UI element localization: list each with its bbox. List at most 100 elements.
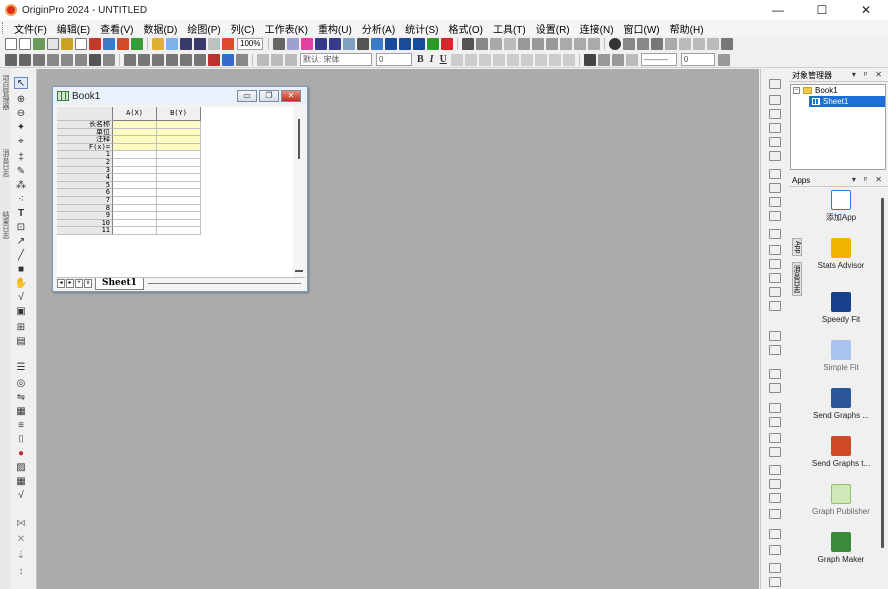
menu-help[interactable]: 帮助(H) [665,21,709,36]
screen-reader-icon[interactable] [222,53,234,66]
xyz-icon[interactable] [693,38,706,50]
move-icon[interactable]: ✦ [14,121,28,133]
cell[interactable] [113,121,157,129]
collapse-icon[interactable]: − [793,87,800,94]
copy-icon[interactable] [271,53,283,66]
command-window-icon[interactable] [329,38,342,50]
grid-tool-icon[interactable]: ☰ [14,361,28,373]
import-wizard-icon[interactable] [222,38,234,50]
app-speedy-fit[interactable]: Speedy Fit [803,292,879,325]
save-icon[interactable] [180,38,192,50]
cell[interactable] [157,212,201,220]
line-color-icon[interactable] [611,53,624,66]
project-explorer-tab[interactable]: 项目管理器 [0,75,10,110]
worksheet-grid[interactable]: A(X) B(Y) 长名称 单位 注释 F(x)= 1 2 3 4 5 6 7 [57,107,293,277]
sort-icon[interactable] [476,38,489,50]
menu-data[interactable]: 数据(D) [138,21,182,36]
eraser-tool-icon[interactable]: ▤ [14,335,28,347]
save-template-icon[interactable] [194,38,206,50]
refresh-icon[interactable] [287,38,300,50]
superscript-icon[interactable] [450,53,463,66]
line-width-select[interactable]: 0 [680,53,715,66]
formula-tool-icon[interactable]: √ [14,489,28,501]
sheet-list-button[interactable]: ∨ [84,279,92,288]
cell[interactable] [113,227,157,235]
target-tool-icon[interactable]: ◎ [14,377,28,389]
line-symbol-plot-icon[interactable] [769,123,781,133]
open-icon[interactable] [152,38,164,50]
extract-layer-icon[interactable] [138,53,150,66]
filter-clear-icon[interactable] [574,38,587,50]
scale-icon[interactable] [679,38,692,50]
area-plot-icon[interactable] [769,211,781,221]
3d-plot-icon[interactable] [769,331,781,341]
apps-icon[interactable] [427,38,440,50]
waterfall-plot-icon[interactable] [769,509,781,519]
results-log-tab[interactable]: 结果日志 [0,211,10,239]
smith-chart-icon[interactable] [769,287,781,297]
stack-plot-icon[interactable] [769,197,781,207]
zoom-out-tool-icon[interactable]: ⊖ [14,107,28,119]
contour-plot-icon[interactable] [769,245,781,255]
vertical-scrollbar[interactable] [295,111,303,266]
add-new-columns-icon[interactable] [371,38,384,50]
add-column-icon[interactable] [441,38,454,50]
cell[interactable] [157,158,201,167]
line-style-icon[interactable] [548,53,561,66]
cell[interactable] [113,189,157,197]
spline-plot-icon[interactable] [769,137,781,147]
panel-controls[interactable]: ▾ ᵖ ✕ [852,70,885,79]
cell[interactable] [113,219,157,228]
probability-plot-icon[interactable] [769,447,781,457]
row-header[interactable]: 7 [57,196,113,205]
split-tool-icon[interactable]: ⇋ [14,391,28,403]
menu-window[interactable]: 窗口(W) [619,21,665,36]
maximize-button[interactable]: ☐ [800,0,844,20]
subscript-icon[interactable] [464,53,477,66]
speed-mode-icon[interactable] [75,53,87,66]
axis-icon[interactable] [665,38,678,50]
app-graph-maker[interactable]: Graph Maker [803,532,879,565]
region-select-icon[interactable]: ✎ [14,165,28,177]
corner-cell[interactable] [57,107,113,121]
row-header[interactable]: 4 [57,174,113,182]
font-size-select[interactable]: 0 [376,53,412,66]
plot-setup-icon[interactable] [33,53,45,66]
menu-analysis[interactable]: 分析(A) [357,21,400,36]
pin-icon[interactable] [89,53,101,66]
frequency-icon[interactable] [546,38,559,50]
object-tree[interactable]: − Book1 Sheet1 [790,84,886,170]
menu-grip[interactable] [2,22,5,34]
record-tool-icon[interactable]: ● [14,447,28,459]
font-name-select[interactable]: 默认: 宋体 [300,53,372,66]
mask-icon[interactable]: ⁂ [14,179,28,191]
new-workbook-icon[interactable] [33,38,45,50]
app-stats-advisor[interactable]: Stats Advisor [803,238,879,271]
set-xy-icon[interactable] [462,38,475,50]
axes-dialog-icon[interactable] [61,53,73,66]
equation-tool-icon[interactable]: √ [14,291,28,303]
arrange-layers-icon[interactable] [180,53,192,66]
layout-grid-icon[interactable] [721,38,734,50]
row-header[interactable]: 8 [57,204,113,213]
fill-color-icon[interactable] [562,53,575,66]
cell[interactable] [157,174,201,182]
zoom-out-icon[interactable] [637,38,650,50]
row-header[interactable]: 2 [57,158,113,167]
cell[interactable] [113,196,157,205]
3d-bar-icon[interactable] [769,345,781,355]
bar-chart-icon[interactable] [518,38,531,50]
line-style-select[interactable]: ——— [640,53,677,66]
tab-messages[interactable]: 消息日志 [792,262,802,296]
data-reader-tool-icon[interactable]: ⌖ [14,135,28,147]
menu-edit[interactable]: 编辑(E) [52,21,95,36]
box-plot-icon[interactable] [769,417,781,427]
cell[interactable] [113,204,157,213]
increase-font-icon[interactable] [506,53,519,66]
app-send-graphs-ppt[interactable]: Send Graphs t... [803,436,879,469]
hand-tool-icon[interactable]: ✋ [14,277,28,289]
underline-button[interactable]: U [440,54,447,65]
close-button[interactable]: ✕ [844,0,888,20]
filter-settings-icon[interactable] [588,38,601,50]
filter-icon[interactable] [560,38,573,50]
